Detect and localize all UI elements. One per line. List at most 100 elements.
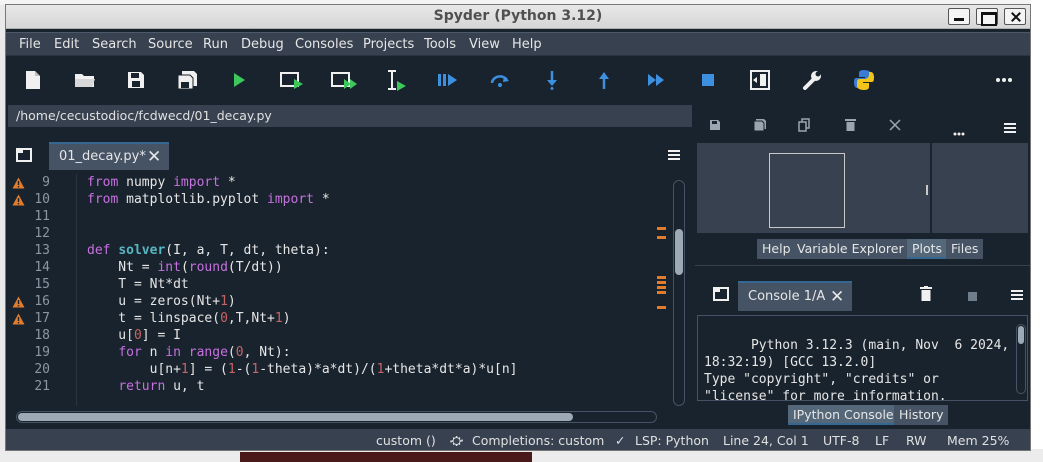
console-tab[interactable]: Console 1/A ✕: [738, 281, 852, 311]
maximize-button[interactable]: [976, 8, 998, 26]
maximize-pane-icon[interactable]: [745, 60, 775, 100]
menu-run[interactable]: Run: [203, 37, 228, 52]
status-mode: RW: [906, 433, 927, 448]
tab-ipython-console[interactable]: IPython Console: [788, 405, 899, 425]
plots-more-icon[interactable]: [953, 125, 965, 140]
spyder-window: Spyder (Python 3.12) File Edit Search So…: [5, 4, 1031, 451]
warning-marker: [657, 227, 666, 230]
run-cell-icon[interactable]: [277, 60, 307, 100]
warning-marker: [657, 286, 666, 289]
tab-help[interactable]: Help: [757, 239, 796, 259]
scrollbar-thumb[interactable]: [18, 413, 573, 421]
menu-edit[interactable]: Edit: [54, 37, 79, 52]
close-button[interactable]: [1004, 8, 1026, 25]
pane-divider[interactable]: [695, 265, 1030, 271]
right-pane: Help Variable Explorer Plots Files Conso…: [695, 105, 1030, 427]
editor-vertical-scrollbar[interactable]: [673, 180, 685, 406]
run-icon[interactable]: [224, 60, 254, 100]
plots-toolbar: [695, 105, 1030, 141]
menu-debug[interactable]: Debug: [241, 37, 284, 52]
status-cursor-position: Line 24, Col 1: [723, 433, 809, 448]
code-text: t = linspace(0,T,Nt+1): [87, 311, 291, 326]
line-number: 9: [42, 175, 50, 190]
console-output: Python 3.12.3 (main, Nov 6 2024, 18:32:1…: [704, 338, 1010, 404]
browse-tabs-icon[interactable]: [16, 148, 32, 166]
code-editor[interactable]: 9 from numpy import * 10 from matplotlib.py…: [10, 174, 660, 406]
delete-all-plots-icon[interactable]: [888, 118, 902, 136]
status-env: custom (): [376, 433, 436, 448]
menu-file[interactable]: File: [19, 37, 41, 52]
new-file-icon[interactable]: [18, 60, 48, 100]
console-scrollbar[interactable]: [1016, 324, 1026, 394]
code-text: u = zeros(Nt+1): [87, 294, 236, 309]
console-options-icon[interactable]: [1011, 289, 1023, 304]
run-selection-icon[interactable]: [381, 60, 411, 100]
save-icon[interactable]: [121, 60, 151, 100]
plot-thumbnails-panel[interactable]: [932, 143, 1028, 233]
line-number: 11: [34, 209, 50, 224]
code-text: from matplotlib.pyplot import *: [87, 192, 330, 207]
warning-marker: [657, 236, 666, 239]
plots-options-icon[interactable]: [1004, 122, 1016, 137]
menu-projects[interactable]: Projects: [363, 37, 414, 52]
title-bar[interactable]: Spyder (Python 3.12): [6, 5, 1030, 29]
code-text: u[n+1] = (1-(1-theta)*a*dt)/(1+theta*dt*…: [87, 362, 518, 377]
delete-plot-icon[interactable]: [845, 118, 856, 135]
scrollbar-thumb[interactable]: [675, 229, 683, 275]
code-text: def solver(I, a, T, dt, theta):: [87, 243, 330, 258]
save-all-icon[interactable]: [173, 60, 203, 100]
menu-source[interactable]: Source: [148, 37, 193, 52]
status-bar: custom () ⛮ Completions: custom ✓ LSP: P…: [6, 429, 1030, 450]
ipython-console[interactable]: Python 3.12.3 (main, Nov 6 2024, 18:32:1…: [697, 315, 1028, 404]
line-number: 20: [34, 362, 50, 377]
scrollbar-thumb[interactable]: [1018, 326, 1024, 344]
menu-view[interactable]: View: [469, 37, 500, 52]
run-cell-advance-icon[interactable]: [329, 60, 359, 100]
tab-files[interactable]: Files: [946, 239, 984, 259]
line-number: 21: [34, 379, 50, 394]
python-path-icon[interactable]: [849, 60, 879, 100]
menu-tools[interactable]: Tools: [424, 37, 456, 52]
step-over-icon[interactable]: [485, 60, 515, 100]
warning-marker: [657, 291, 666, 294]
warning-marker: [657, 276, 666, 279]
save-all-plots-icon[interactable]: [753, 118, 767, 136]
open-folder-icon[interactable]: [70, 60, 100, 100]
menu-consoles[interactable]: Consoles: [295, 37, 353, 52]
plots-pane-tabs: Help Variable Explorer Plots Files: [695, 239, 1030, 261]
continue-icon[interactable]: [641, 60, 671, 100]
code-text: Nt = int(round(T/dt)): [87, 260, 283, 275]
more-options-icon[interactable]: [989, 60, 1019, 100]
stop-icon[interactable]: [693, 60, 723, 100]
debug-icon[interactable]: [433, 60, 463, 100]
editor-options-icon[interactable]: [668, 149, 680, 164]
editor-pane: 01_decay.py* ✕ 9 from numpy import * 10 fro…: [8, 130, 692, 426]
clear-console-icon[interactable]: [920, 286, 932, 305]
pane-splitter[interactable]: [926, 185, 928, 195]
preferences-icon[interactable]: [797, 60, 827, 100]
code-text: from numpy import *: [87, 175, 236, 190]
save-plot-icon[interactable]: [709, 119, 721, 135]
code-text: for n in range(0, Nt):: [118, 345, 291, 360]
line-number: 15: [34, 277, 50, 292]
close-console-tab-icon[interactable]: ✕: [830, 287, 844, 307]
tab-plots[interactable]: Plots: [907, 239, 948, 259]
editor-tab[interactable]: 01_decay.py* ✕: [49, 142, 169, 170]
editor-horizontal-scrollbar[interactable]: [16, 411, 657, 423]
menu-search[interactable]: Search: [92, 37, 137, 52]
tab-history[interactable]: History: [894, 405, 949, 425]
step-into-icon[interactable]: [537, 60, 567, 100]
tab-variable-explorer[interactable]: Variable Explorer: [792, 239, 909, 259]
code-text: T = Nt*dt: [87, 277, 189, 292]
minimize-button[interactable]: [948, 8, 970, 25]
line-number: 19: [34, 345, 50, 360]
window-title: Spyder (Python 3.12): [433, 8, 603, 24]
interrupt-kernel-icon[interactable]: [968, 290, 977, 305]
copy-plot-icon[interactable]: [798, 118, 810, 136]
menu-help[interactable]: Help: [512, 37, 542, 52]
browse-console-tabs-icon[interactable]: [713, 287, 729, 305]
step-return-icon[interactable]: [589, 60, 619, 100]
plot-viewer[interactable]: [697, 143, 930, 233]
close-tab-icon[interactable]: ✕: [147, 147, 161, 167]
line-number: 16: [34, 294, 50, 309]
